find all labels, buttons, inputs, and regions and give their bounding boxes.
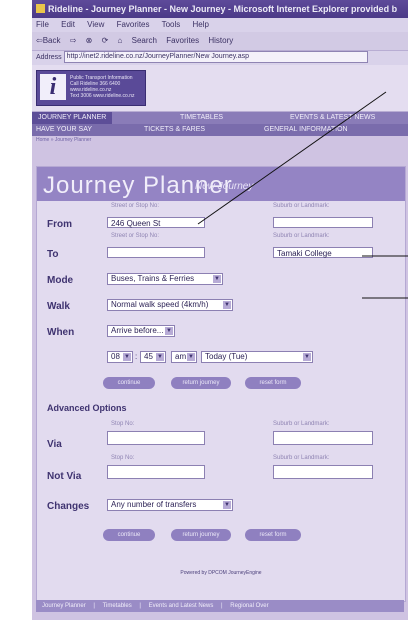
refresh-icon[interactable]: ⟳ bbox=[102, 36, 109, 45]
chevron-down-icon: ▼ bbox=[223, 301, 231, 309]
chevron-down-icon: ▼ bbox=[187, 353, 195, 361]
footer-events[interactable]: Events and Latest News bbox=[149, 603, 214, 609]
from-label: From bbox=[47, 219, 72, 230]
day-select[interactable]: Today (Tue) ▼ bbox=[201, 351, 313, 363]
chevron-down-icon: ▼ bbox=[156, 353, 164, 361]
nav-tickets-fares[interactable]: TICKETS & FARES bbox=[144, 124, 205, 136]
address-field[interactable]: http://inet2.rideline.co.nz/JourneyPlann… bbox=[63, 51, 368, 64]
title-bar: Rideline - Journey Planner - New Journey… bbox=[32, 0, 408, 18]
nav-have-your-say[interactable]: HAVE YOUR SAY bbox=[36, 124, 92, 136]
when-select[interactable]: Arrive before... ▼ bbox=[107, 325, 175, 337]
footer-journey-planner[interactable]: Journey Planner bbox=[42, 603, 86, 609]
nav-events[interactable]: EVENTS & LATEST NEWS bbox=[290, 112, 375, 124]
to-suburb-hint: Suburb or Landmark: bbox=[273, 233, 330, 239]
menu-file[interactable]: File bbox=[36, 20, 49, 29]
to-street-input[interactable] bbox=[107, 247, 205, 258]
return-journey-button-bottom[interactable]: return journey bbox=[171, 529, 231, 541]
when-label: When bbox=[47, 327, 75, 338]
via-stop-input[interactable] bbox=[107, 431, 205, 445]
menu-view[interactable]: View bbox=[87, 20, 104, 29]
site-header: i Public Transport Information Call Ridel… bbox=[32, 65, 408, 112]
continue-button-bottom[interactable]: continue bbox=[103, 529, 155, 541]
menu-bar: File Edit View Favorites Tools Help bbox=[32, 18, 408, 32]
nav-secondary: HAVE YOUR SAY TICKETS & FARES GENERAL IN… bbox=[32, 124, 408, 136]
to-label: To bbox=[47, 249, 59, 260]
address-label: Address bbox=[36, 54, 62, 61]
via-stop-hint: Stop No: bbox=[111, 421, 135, 427]
via-suburb-hint: Suburb or Landmark: bbox=[273, 421, 330, 427]
home-icon[interactable]: ⌂ bbox=[118, 36, 123, 45]
not-via-stop-input[interactable] bbox=[107, 465, 205, 479]
mode-select[interactable]: Buses, Trains & Ferries ▼ bbox=[107, 273, 223, 285]
to-suburb-input[interactable]: Tamaki College bbox=[273, 247, 373, 258]
menu-favorites[interactable]: Favorites bbox=[117, 20, 150, 29]
page-header: Journey Planner New Journey bbox=[37, 167, 405, 201]
favorites-button[interactable]: Favorites bbox=[166, 36, 199, 45]
stop-icon[interactable]: ⊗ bbox=[86, 36, 93, 45]
info-icon: i bbox=[40, 74, 66, 100]
nav-journey-planner[interactable]: JOURNEY PLANNER bbox=[32, 112, 113, 124]
breadcrumb[interactable]: Home » Journey Planner bbox=[32, 136, 408, 145]
via-suburb-input[interactable] bbox=[273, 431, 373, 445]
notvia-suburb-hint: Suburb or Landmark: bbox=[273, 455, 330, 461]
reset-form-button[interactable]: reset form bbox=[245, 377, 301, 389]
browser-toolbar: ⇦Back ⇨ ⊗ ⟳ ⌂ Search Favorites History bbox=[32, 32, 408, 51]
ampm-select[interactable]: am ▼ bbox=[171, 351, 197, 363]
address-bar: Address http://inet2.rideline.co.nz/Jour… bbox=[32, 51, 408, 65]
hour-select[interactable]: 08 ▼ bbox=[107, 351, 133, 363]
changes-select[interactable]: Any number of transfers ▼ bbox=[107, 499, 233, 511]
footer-links: Journey Planner | Timetables | Events an… bbox=[36, 600, 404, 612]
forward-button[interactable]: ⇨ bbox=[70, 36, 77, 45]
from-suburb-hint: Suburb or Landmark: bbox=[273, 203, 330, 209]
continue-button[interactable]: continue bbox=[103, 377, 155, 389]
notvia-stop-hint: Stop No: bbox=[111, 455, 135, 461]
powered-by: Powered by DPCOM JourneyEngine bbox=[180, 570, 262, 576]
mode-label: Mode bbox=[47, 275, 74, 286]
not-via-label: Not Via bbox=[47, 471, 82, 482]
logo-text: Public Transport Information Call Ridelin… bbox=[70, 75, 135, 99]
walk-select[interactable]: Normal walk speed (4km/h) ▼ bbox=[107, 299, 233, 311]
via-label: Via bbox=[47, 439, 62, 450]
menu-tools[interactable]: Tools bbox=[162, 20, 181, 29]
window-title: Rideline - Journey Planner - New Journey… bbox=[48, 4, 398, 14]
footer-regional[interactable]: Regional Over bbox=[230, 603, 268, 609]
return-journey-button[interactable]: return journey bbox=[171, 377, 231, 389]
footer-timetables[interactable]: Timetables bbox=[103, 603, 132, 609]
rideline-logo[interactable]: i Public Transport Information Call Ridel… bbox=[36, 70, 146, 106]
page-subtitle: New Journey bbox=[195, 181, 254, 192]
to-street-hint: Street or Stop No: bbox=[111, 233, 160, 239]
nav-timetables[interactable]: TIMETABLES bbox=[180, 112, 223, 124]
history-button[interactable]: History bbox=[208, 36, 233, 45]
chevron-down-icon: ▼ bbox=[123, 353, 131, 361]
chevron-down-icon: ▼ bbox=[223, 501, 231, 509]
walk-label: Walk bbox=[47, 301, 70, 312]
changes-label: Changes bbox=[47, 501, 90, 512]
nav-general-info[interactable]: GENERAL INFORMATION bbox=[264, 124, 348, 136]
from-street-hint: Street or Stop No: bbox=[111, 203, 160, 209]
chevron-down-icon: ▼ bbox=[213, 275, 221, 283]
ie-icon bbox=[36, 4, 45, 13]
search-button[interactable]: Search bbox=[132, 36, 157, 45]
minute-select[interactable]: 45 ▼ bbox=[140, 351, 166, 363]
chevron-down-icon: ▼ bbox=[303, 353, 311, 361]
not-via-suburb-input[interactable] bbox=[273, 465, 373, 479]
advanced-options-heading: Advanced Options bbox=[47, 403, 127, 413]
from-street-input[interactable]: 246 Queen St bbox=[107, 217, 205, 228]
menu-edit[interactable]: Edit bbox=[61, 20, 75, 29]
reset-form-button-bottom[interactable]: reset form bbox=[245, 529, 301, 541]
back-button[interactable]: ⇦Back bbox=[36, 36, 61, 45]
browser-window: Rideline - Journey Planner - New Journey… bbox=[32, 0, 408, 620]
from-suburb-input[interactable] bbox=[273, 217, 373, 228]
journey-planner-panel: Journey Planner New Journey Street or St… bbox=[36, 166, 406, 602]
menu-help[interactable]: Help bbox=[193, 20, 209, 29]
nav-primary: JOURNEY PLANNER TIMETABLES EVENTS & LATE… bbox=[32, 112, 408, 124]
chevron-down-icon: ▼ bbox=[165, 327, 173, 335]
